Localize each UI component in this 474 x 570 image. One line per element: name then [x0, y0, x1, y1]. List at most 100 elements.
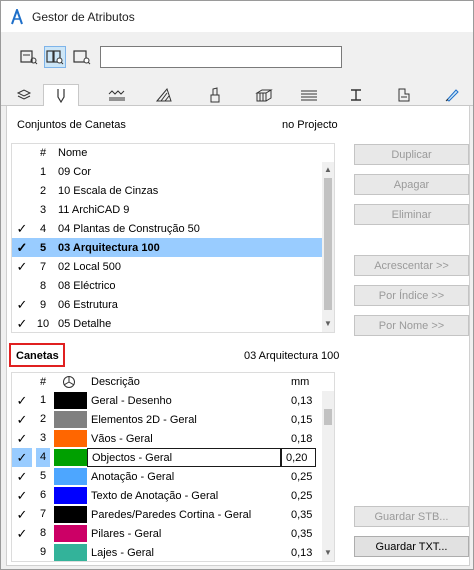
checkmark-icon[interactable]: ✓: [12, 429, 32, 448]
zone-categories-icon: [351, 89, 361, 101]
pen-number: 5: [39, 470, 47, 482]
pen-number: 3: [39, 432, 47, 444]
tab-surfaces[interactable]: [386, 84, 422, 106]
pen-set-number: 5: [39, 241, 47, 254]
save-txt-button[interactable]: Guardar TXT...: [354, 536, 469, 557]
pen-row[interactable]: ✓ 1 Geral - Desenho 0,13: [12, 391, 334, 410]
by-index-button[interactable]: Por Índice >>: [354, 285, 469, 306]
checkmark-icon[interactable]: ✓: [12, 486, 32, 505]
checkmark-icon[interactable]: ✓: [12, 505, 32, 524]
markup-icon: [445, 89, 459, 102]
duplicate-button[interactable]: Duplicar: [354, 144, 469, 165]
by-name-button[interactable]: Por Nome >>: [354, 315, 469, 336]
pens-scroll-thumb[interactable]: [324, 409, 332, 425]
checkmark-icon[interactable]: ✓: [12, 240, 32, 256]
pen-row[interactable]: ✓ 8 Pilares - Geral 0,35: [12, 524, 334, 543]
pen-color-swatch[interactable]: [54, 449, 87, 466]
checkmark-icon[interactable]: ✓: [12, 410, 32, 429]
pen-number: 2: [39, 413, 47, 425]
tab-layers[interactable]: [6, 84, 42, 106]
pen-set-row[interactable]: 2 10 Escala de Cinzas: [12, 181, 334, 200]
tab-building-materials[interactable]: [197, 84, 233, 106]
pen-description: Vãos - Geral: [91, 432, 153, 445]
view-single-button[interactable]: [71, 46, 93, 68]
pens-scroll-down-icon[interactable]: ▼: [322, 547, 334, 559]
pen-set-row[interactable]: ✓ 7 02 Local 500: [12, 257, 334, 276]
checkmark-icon[interactable]: ✓: [12, 467, 32, 486]
pen-set-number: 1: [39, 165, 47, 178]
tab-profiles[interactable]: [291, 84, 327, 106]
pen-sets-list[interactable]: # Nome 1 09 Cor 2 10 Escala de Cinzas 3 11 Ar…: [11, 143, 335, 333]
pen-row[interactable]: ✓ 2 Elementos 2D - Geral 0,15: [12, 410, 334, 429]
checkmark-icon[interactable]: ✓: [12, 259, 32, 275]
pen-width: 0,18: [291, 432, 313, 445]
surfaces-icon: [398, 88, 410, 102]
tab-fills[interactable]: [146, 84, 182, 106]
view-list-button[interactable]: [18, 46, 40, 68]
pen-row[interactable]: ✓ 3 Vãos - Geral 0,18: [12, 429, 334, 448]
pen-row[interactable]: ✓ 7 Paredes/Paredes Cortina - Geral 0,35: [12, 505, 334, 524]
remove-button[interactable]: Eliminar: [354, 204, 469, 225]
pen-set-name: 11 ArchiCAD 9: [58, 203, 130, 216]
pen-sets-location: no Projecto: [282, 119, 338, 131]
pen-description-field[interactable]: Objectos - Geral: [87, 448, 281, 467]
pen-number: 8: [39, 527, 47, 539]
pen-color-swatch[interactable]: [54, 544, 87, 561]
checkmark-icon[interactable]: ✓: [12, 524, 32, 543]
pen-set-number: 2: [39, 184, 47, 197]
tab-zone-categories[interactable]: [338, 84, 374, 106]
pen-set-row[interactable]: 1 09 Cor: [12, 162, 334, 181]
checkmark-icon[interactable]: ✓: [12, 391, 32, 410]
pen-description: Lajes - Geral: [91, 546, 154, 559]
save-stb-button[interactable]: Guardar STB...: [354, 506, 469, 527]
pen-set-name: 06 Estrutura: [58, 298, 118, 311]
pen-set-row[interactable]: ✓ 10 05 Detalhe: [12, 314, 334, 332]
composites-icon: [255, 89, 273, 102]
pen-row[interactable]: ✓ 4 Objectos - Geral 0,20: [12, 448, 334, 467]
tab-composites[interactable]: [246, 84, 282, 106]
delete-button[interactable]: Apagar: [354, 174, 469, 195]
pen-set-row[interactable]: ✓ 9 06 Estrutura: [12, 295, 334, 314]
append-button[interactable]: Acrescentar >>: [354, 255, 469, 276]
mm-header: mm: [291, 376, 310, 388]
pen-set-number: 8: [39, 279, 47, 292]
pen-sets-scrollbar[interactable]: ▲ ▼: [322, 162, 334, 332]
pen-color-swatch[interactable]: [54, 411, 87, 428]
pens-scrollbar[interactable]: ▼: [322, 391, 334, 561]
scroll-thumb[interactable]: [324, 178, 332, 310]
pen-color-swatch[interactable]: [54, 392, 87, 409]
pen-set-row[interactable]: 8 08 Eléctrico: [12, 276, 334, 295]
pen-sets-header: # Nome: [12, 144, 334, 162]
highlight-box: [9, 343, 65, 367]
tab-line-types[interactable]: [99, 84, 135, 106]
pen-color-swatch[interactable]: [54, 487, 87, 504]
scroll-down-icon[interactable]: ▼: [322, 318, 334, 330]
pen-row[interactable]: ✓ 6 Texto de Anotação - Geral 0,25: [12, 486, 334, 505]
pen-row[interactable]: ✓ 5 Anotação - Geral 0,25: [12, 467, 334, 486]
tab-pens[interactable]: [43, 84, 79, 107]
search-input[interactable]: [100, 46, 342, 68]
pen-set-row[interactable]: 3 11 ArchiCAD 9: [12, 200, 334, 219]
pen-color-swatch[interactable]: [54, 525, 87, 542]
pen-color-swatch[interactable]: [54, 506, 87, 523]
pen-set-row[interactable]: ✓ 4 04 Plantas de Construção 50: [12, 219, 334, 238]
pen-color-swatch[interactable]: [54, 430, 87, 447]
scroll-up-icon[interactable]: ▲: [322, 164, 334, 176]
view-list-icon: [20, 50, 38, 65]
pen-row[interactable]: 9 Lajes - Geral 0,13: [12, 543, 334, 561]
pen-number: 7: [39, 508, 47, 520]
check-empty[interactable]: [12, 543, 32, 561]
pen-set-row[interactable]: ✓ 5 03 Arquitectura 100: [12, 238, 334, 257]
view-compare-button[interactable]: [44, 46, 66, 68]
pen-width-field[interactable]: 0,20: [281, 448, 316, 467]
checkmark-icon[interactable]: ✓: [12, 221, 32, 237]
pen-set-name: 05 Detalhe: [58, 317, 112, 330]
checkmark-icon[interactable]: ✓: [12, 316, 32, 332]
tab-markup[interactable]: [434, 84, 470, 106]
pens-list[interactable]: # Descrição mm ✓ 1 Geral - Desenho 0,13 ✓ 2 El…: [11, 372, 335, 562]
pen-set-name: 03 Arquitectura 100: [58, 241, 160, 254]
toolbar: [1, 32, 473, 84]
pen-color-swatch[interactable]: [54, 468, 87, 485]
checkmark-icon[interactable]: ✓: [12, 297, 32, 313]
checkmark-icon[interactable]: ✓: [12, 448, 32, 467]
